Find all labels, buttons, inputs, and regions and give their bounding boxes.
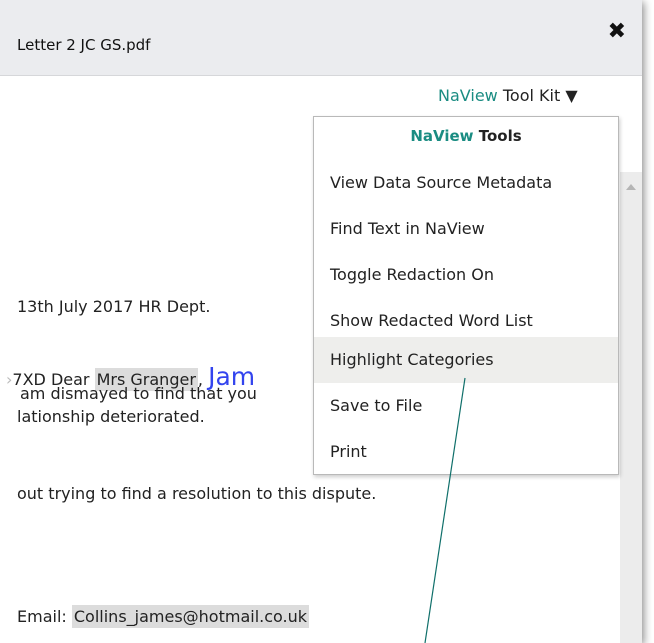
menu-header: NaView Tools	[314, 127, 618, 145]
redacted-email: Collins_james@hotmail.co.uk	[71, 605, 310, 628]
menu-item-highlight-categories[interactable]: Highlight Categories	[314, 337, 618, 383]
naview-tools-menu: NaView Tools View Data Source Metadata F…	[313, 116, 619, 475]
menu-header-brand: NaView	[410, 127, 474, 145]
menu-header-label: Tools	[478, 127, 522, 145]
body-line-3: lationship deteriorated.	[17, 407, 205, 426]
document-viewer-panel: Letter 2 JC GS.pdf ✖ NaView Tool Kit ▼ 1…	[0, 0, 642, 643]
vertical-scrollbar[interactable]	[620, 172, 642, 643]
body-line-2: am dismayed to find that you	[20, 384, 257, 403]
menu-item-print[interactable]: Print	[314, 429, 618, 475]
email-label: Email:	[17, 607, 72, 626]
email-line: Email: Collins_james@hotmail.co.uk	[17, 605, 310, 628]
menu-item-view-metadata[interactable]: View Data Source Metadata	[314, 160, 618, 206]
date-line: 13th July 2017 HR Dept.	[17, 297, 211, 316]
menu-item-find-text[interactable]: Find Text in NaView	[314, 206, 618, 252]
menu-item-toggle-redaction[interactable]: Toggle Redaction On	[314, 252, 618, 298]
menu-item-save-to-file[interactable]: Save to File	[314, 383, 618, 429]
scroll-up-icon[interactable]	[626, 184, 636, 190]
body-line-4: out trying to find a resolution to this …	[17, 484, 377, 503]
